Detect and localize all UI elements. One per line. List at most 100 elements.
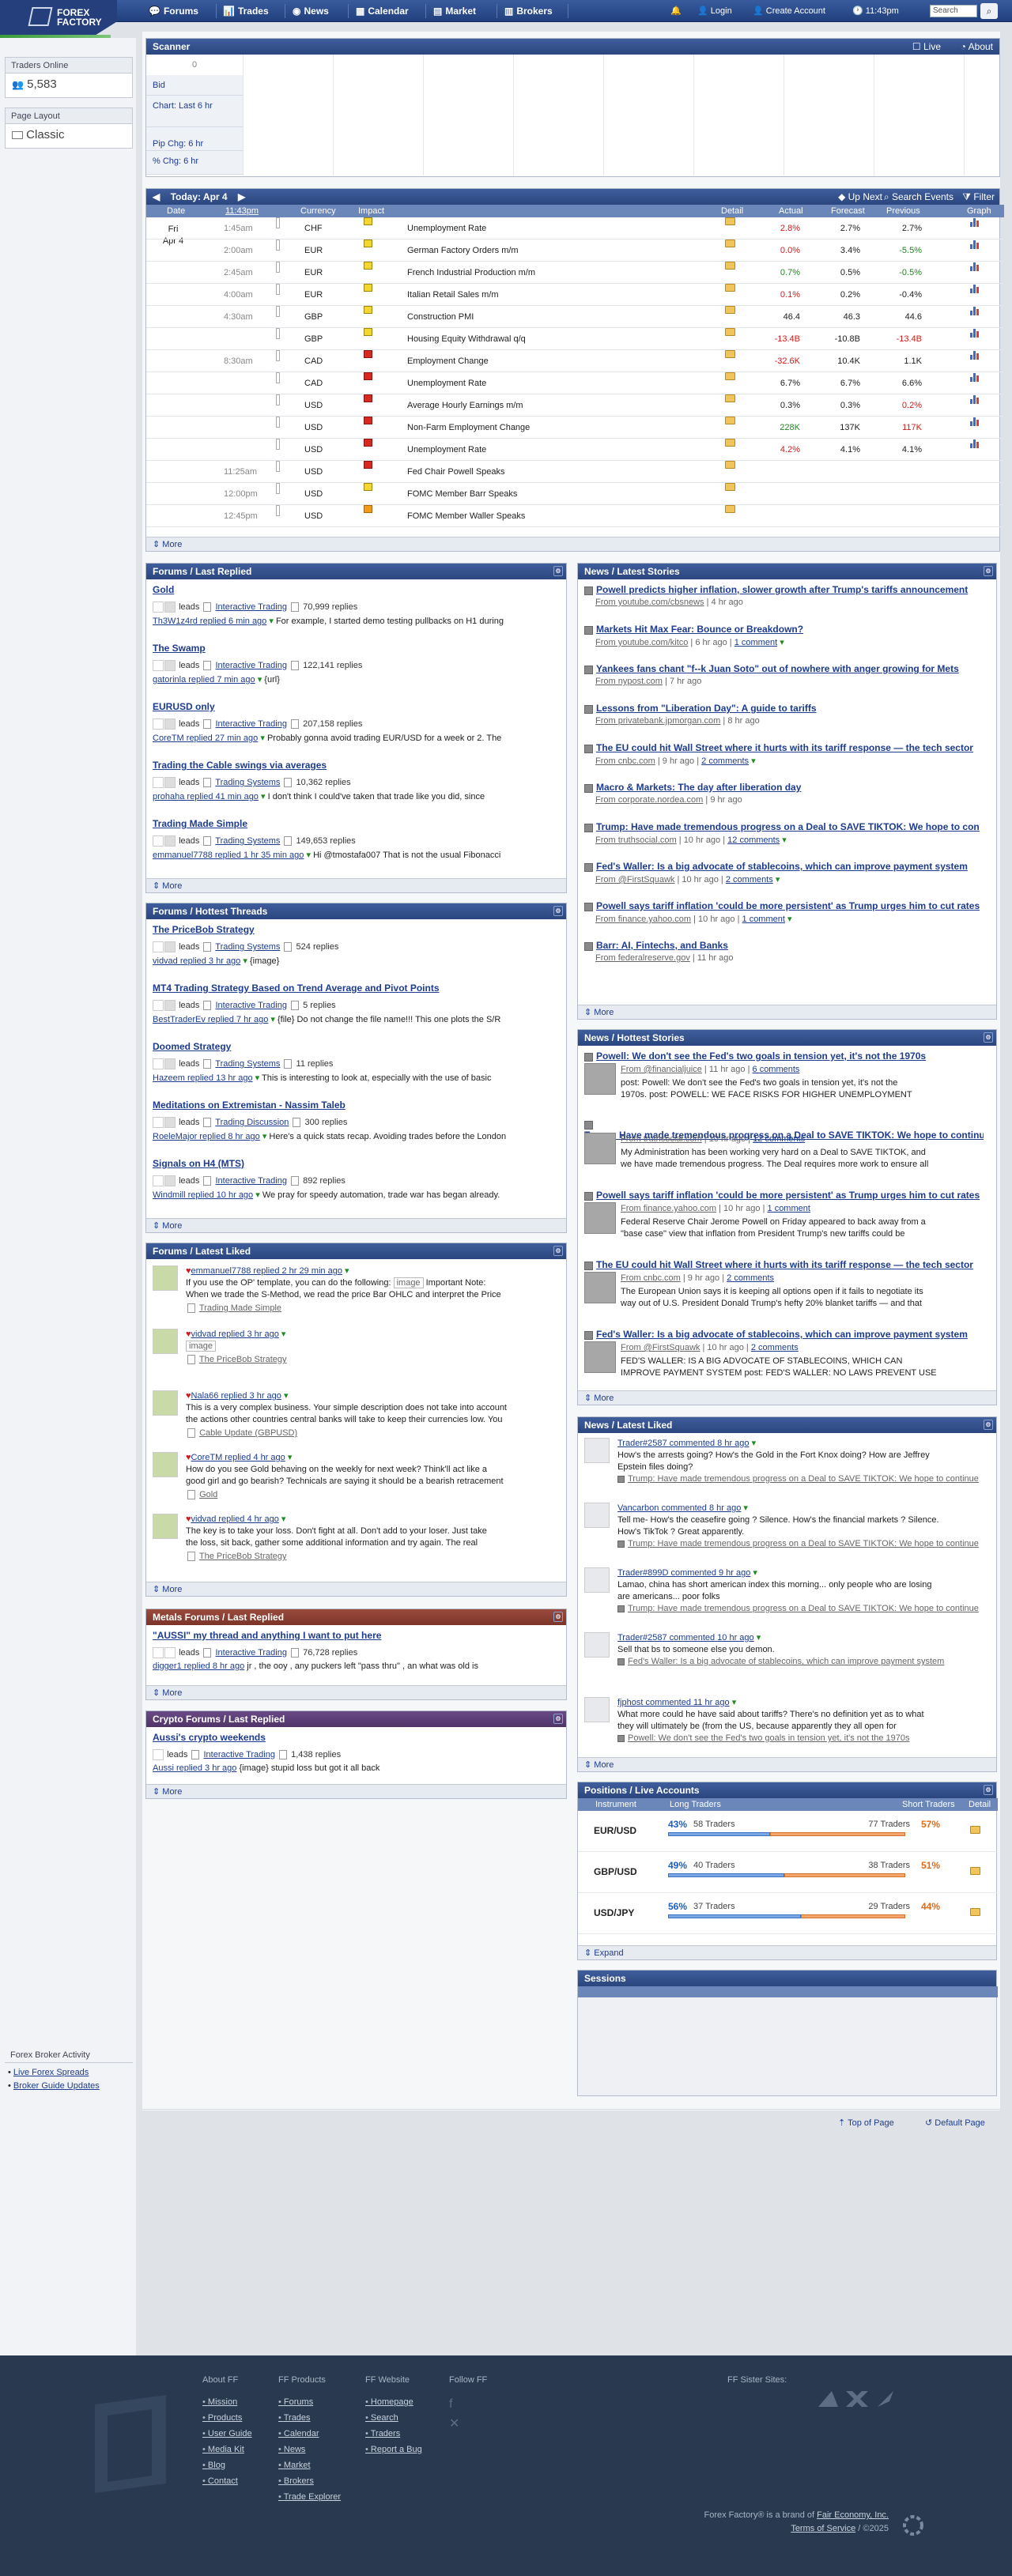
nav-trades[interactable]: 📊 Trades [223,0,269,22]
thread-title[interactable]: The PriceBob Strategy [153,924,548,935]
avatar[interactable] [584,1438,610,1463]
forum-link[interactable]: Interactive Trading [215,1176,287,1186]
thread-title[interactable]: Trading Made Simple [153,818,548,829]
forum-link[interactable]: Trading Systems [215,942,280,952]
news-source[interactable]: From youtube.com/cbsnews [595,598,704,607]
top-of-page-link[interactable]: ⇡ Top of Page [838,2118,894,2128]
detail-folder-icon[interactable] [725,417,735,424]
nav-calendar[interactable]: ▦ Calendar [356,0,409,22]
event-name[interactable]: Average Hourly Earnings m/m [407,394,523,417]
thread-title[interactable]: "AUSSI" my thread and anything I want to… [153,1630,548,1641]
settings-icon[interactable]: ⚙ [553,1714,563,1724]
settings-icon[interactable]: ⚙ [984,1032,993,1043]
detail-folder-icon[interactable] [970,1908,980,1916]
chevron-down-icon[interactable]: ▾ [255,1073,260,1083]
chevron-down-icon[interactable]: ▾ [732,1698,737,1707]
forum-link[interactable]: Interactive Trading [215,661,287,670]
news-title[interactable]: Trump: Have made tremendous progress on … [596,821,980,832]
filter-button[interactable]: ⧩ Filter [962,189,995,205]
thread-title[interactable]: Trading the Cable swings via averages [153,760,548,771]
event-name[interactable]: FOMC Member Barr Speaks [407,483,517,505]
avatar[interactable] [584,1632,610,1658]
forum-link[interactable]: Interactive Trading [215,719,287,729]
search-events-button[interactable]: ⌕ Search Events [884,189,953,205]
story-source[interactable]: From @financialjuice [621,1065,702,1074]
chevron-down-icon[interactable]: ▾ [281,1514,286,1524]
event-name[interactable]: Unemployment Rate [407,217,486,239]
metals-more[interactable]: ⇕ More [146,1685,566,1699]
forum-link[interactable]: Interactive Trading [215,602,287,612]
comment-author[interactable]: fjphost commented 11 hr ago [617,1698,730,1707]
chevron-down-icon[interactable]: ▾ [753,1568,757,1578]
story-source[interactable]: From cnbc.com [621,1273,681,1283]
impact-icon[interactable] [364,417,372,424]
news-comments[interactable]: 2 comments [726,875,773,884]
reply-author[interactable]: BestTraderEv replied 7 hr ago [153,1015,268,1024]
calendar-row[interactable]: 1:45am CHF Unemployment Rate 2.8% 2.7% 2.7% [146,217,1004,239]
detail-folder-icon[interactable] [725,461,735,469]
chevron-down-icon[interactable]: ▾ [782,835,787,845]
thread-link[interactable]: The PriceBob Strategy [199,1552,287,1561]
detail-folder-icon[interactable] [725,372,735,380]
impact-icon[interactable] [364,394,372,402]
news-title[interactable]: Markets Hit Max Fear: Bounce or Breakdow… [596,624,803,635]
avatar[interactable] [153,1452,178,1477]
reply-author[interactable]: RoeleMajor replied 8 hr ago [153,1132,260,1141]
detail-folder-icon[interactable] [725,505,735,513]
graph-icon[interactable] [970,306,980,315]
graph-icon[interactable] [970,350,980,360]
settings-icon[interactable]: ⚙ [984,1420,993,1430]
chevron-down-icon[interactable]: ▾ [262,1132,267,1141]
calendar-row[interactable]: 12:45pm USD FOMC Member Waller Speaks [146,505,1004,527]
reply-author[interactable]: gatorinla replied 7 min ago [153,675,255,685]
calendar-row[interactable]: USD Unemployment Rate 4.2% 4.1% 4.1% [146,439,1004,461]
settings-icon[interactable]: ⚙ [984,566,993,576]
graph-icon[interactable] [970,239,980,249]
event-name[interactable]: French Industrial Production m/m [407,262,535,284]
impact-icon[interactable] [364,306,372,314]
calendar-row[interactable]: 4:00am EUR Italian Retail Sales m/m 0.1% 0.2… [146,284,1004,306]
chevron-down-icon[interactable]: ▾ [776,875,780,884]
detail-folder-icon[interactable] [725,306,735,314]
create-account-link[interactable]: 👤 Create Account [753,0,825,22]
calendar-row[interactable]: USD Average Hourly Earnings m/m 0.3% 0.3% 0.… [146,394,1004,417]
instrument[interactable]: EUR/USD [594,1825,636,1836]
news-title[interactable]: Macro & Markets: The day after liberatio… [596,782,801,793]
broker-guide-link[interactable]: Broker Guide Updates [13,2081,100,2091]
thread-title[interactable]: MT4 Trading Strategy Based on Trend Aver… [153,983,548,994]
liker-author[interactable]: emmanuel7788 replied 2 hr 29 min ago [191,1266,342,1276]
login-link[interactable]: 👤 Login [697,0,732,22]
chevron-down-icon[interactable]: ▾ [255,1190,260,1200]
thread-title[interactable]: Meditations on Extremistan - Nassim Tale… [153,1099,548,1111]
settings-icon[interactable]: ⚙ [984,1785,993,1795]
detail-folder-icon[interactable] [970,1867,980,1875]
story-source[interactable]: From truthsocial.com [621,1134,702,1144]
next-day-icon[interactable]: ▶ [238,191,245,202]
position-row[interactable]: EUR/USD 43% 58 Traders 77 Traders 57% [578,1811,997,1852]
story-thumbnail[interactable] [584,1341,616,1373]
impact-icon[interactable] [364,284,372,292]
chevron-down-icon[interactable]: ▾ [288,1453,293,1462]
graph-icon[interactable] [970,328,980,338]
detail-folder-icon[interactable] [725,439,735,447]
chevron-down-icon[interactable]: ▾ [270,1015,275,1024]
news-comments[interactable]: 1 comment [734,638,777,647]
comment-author[interactable]: Trader#2587 commented 8 hr ago [617,1439,750,1448]
story-source[interactable]: From finance.yahoo.com [621,1204,716,1213]
chevron-down-icon[interactable]: ▾ [787,915,792,924]
avatar[interactable] [153,1329,178,1354]
news-source[interactable]: From federalreserve.gov [595,953,690,963]
event-name[interactable]: Housing Equity Withdrawal q/q [407,328,526,350]
calendar-row[interactable]: GBP Housing Equity Withdrawal q/q -13.4B -1… [146,328,1004,350]
story-thumbnail[interactable] [584,1272,616,1303]
comment-author[interactable]: Trader#2587 commented 10 hr ago [617,1633,754,1643]
positions-expand[interactable]: ⇕ Expand [578,1945,996,1959]
instrument[interactable]: USD/JPY [594,1907,634,1918]
comment-author[interactable]: Vancarbon commented 8 hr ago [617,1503,741,1513]
story-comments[interactable]: 2 comments [751,1343,799,1352]
detail-folder-icon[interactable] [725,217,735,225]
settings-icon[interactable]: ⚙ [553,566,563,576]
chevron-down-icon[interactable]: ▾ [260,734,265,743]
liker-author[interactable]: vidvad replied 4 hr ago [191,1514,279,1524]
impact-icon[interactable] [364,505,372,513]
